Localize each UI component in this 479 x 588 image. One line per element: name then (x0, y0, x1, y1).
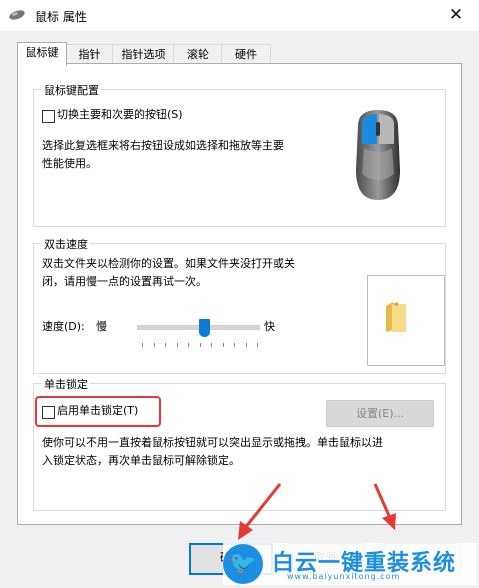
slider-tick (257, 343, 258, 347)
folder-icon[interactable] (384, 300, 408, 334)
click-lock-description: 使你可以不用一直按着鼠标按钮就可以突出显示或拖拽。单击鼠标以进 入锁定状态，再次… (42, 436, 383, 467)
close-button[interactable]: ✕ (433, 0, 479, 31)
slider-tick (176, 343, 178, 347)
tab-pointer-options[interactable]: 指针选项 (112, 44, 175, 65)
slider-tick (234, 343, 235, 347)
double-click-title: 双击速度 (42, 236, 90, 252)
slider-tick (245, 343, 247, 347)
watermark: 🐦 白云一键重装系统 www.baiyunxitong.com (223, 543, 476, 585)
fast-label: 快 (264, 320, 275, 333)
button-config-title: 鼠标键配置 (42, 82, 101, 98)
slider-tick (188, 343, 189, 347)
double-click-description: 双击文件夹以检测你的设置。如果文件夹没打开或关 闭，请用慢一点的设置再试一次。 (42, 257, 295, 288)
slider-tick (165, 343, 166, 347)
slider-tick (142, 343, 143, 347)
window-title: 鼠标 属性 (35, 10, 87, 24)
slider-tick (222, 343, 224, 347)
highlight-box (35, 396, 161, 427)
click-lock-settings-button[interactable]: 设置(E)... (326, 400, 434, 427)
tab-wheel[interactable]: 滚轮 (173, 44, 223, 65)
click-lock-title: 单击锁定 (42, 376, 90, 392)
switch-buttons-description: 选择此复选框来将右按钮设成如选择和拖放等主要 性能使用。 (42, 139, 284, 170)
slider-tick (199, 343, 201, 347)
speed-slider-thumb[interactable] (198, 319, 210, 337)
slow-label: 慢 (96, 320, 107, 333)
tab-hardware[interactable]: 硬件 (221, 44, 271, 65)
watermark-logo-icon: 🐦 (223, 544, 263, 584)
title-bar: 鼠标 属性 ✕ (0, 0, 479, 31)
switch-buttons-label[interactable]: 切换主要和次要的按钮(S) (57, 106, 183, 124)
switch-buttons-checkbox[interactable] (42, 110, 55, 123)
slider-tick (211, 343, 212, 347)
tab-pointers[interactable]: 指针 (65, 44, 114, 65)
slider-tick (153, 343, 155, 347)
watermark-url: www.baiyunxitong.com (287, 572, 401, 581)
mouse-illustration-icon (356, 110, 400, 200)
tab-buttons[interactable]: 鼠标键 (17, 42, 67, 66)
mouse-app-icon (9, 10, 25, 20)
speed-label: 速度(D): (42, 320, 85, 333)
